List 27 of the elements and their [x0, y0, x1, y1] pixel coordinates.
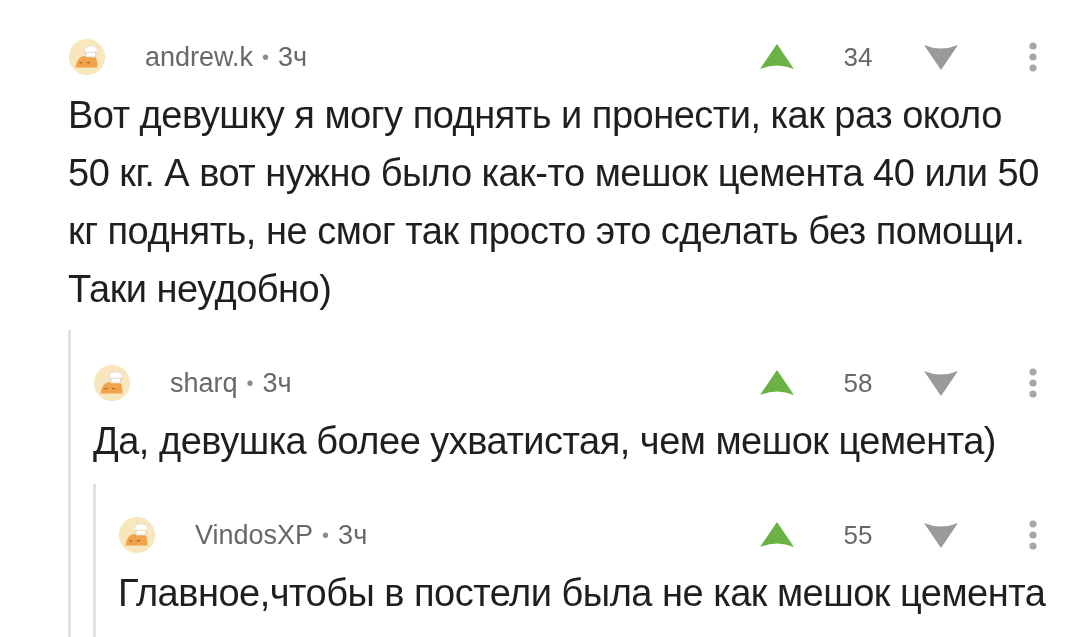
upvote-icon[interactable] — [760, 44, 794, 70]
more-icon[interactable] — [1029, 368, 1037, 398]
downvote-icon[interactable] — [924, 522, 958, 548]
meta-separator: • — [246, 371, 254, 395]
upvote-icon[interactable] — [760, 370, 794, 396]
comment-text: Вот девушку я могу поднять и пронести, как раз около 50 кг. А вот нужно было как-то мешок цемента 40 или 50 кг поднять, не смог так просто это сделать без помощи. Таки неудобно) — [68, 93, 1040, 312]
meta-separator: • — [262, 45, 270, 69]
meta-separator: • — [322, 523, 330, 547]
author-link[interactable]: VindosXP — [195, 519, 314, 551]
author-link[interactable]: andrew.k — [145, 41, 254, 73]
more-icon[interactable] — [1029, 42, 1037, 72]
more-icon[interactable] — [1029, 520, 1037, 550]
avatar-icon[interactable] — [68, 38, 106, 76]
downvote-icon[interactable] — [924, 44, 958, 70]
avatar-icon[interactable] — [93, 364, 131, 402]
comment-text: Да, девушка более ухватистая, чем мешок цемента) — [93, 419, 997, 464]
avatar-icon[interactable] — [118, 516, 156, 554]
comment-time: 3ч — [338, 519, 368, 551]
comment-text: Главное,чтобы в постели была не как мешок цемента — [118, 571, 1047, 616]
upvote-icon[interactable] — [760, 522, 794, 548]
comment-score: 58 — [842, 367, 874, 399]
author-link[interactable]: sharq — [170, 367, 238, 399]
downvote-icon[interactable] — [924, 370, 958, 396]
comment-score: 55 — [842, 519, 874, 551]
comment-time: 3ч — [278, 41, 308, 73]
comment-time: 3ч — [262, 367, 292, 399]
comment-score: 34 — [842, 41, 874, 73]
